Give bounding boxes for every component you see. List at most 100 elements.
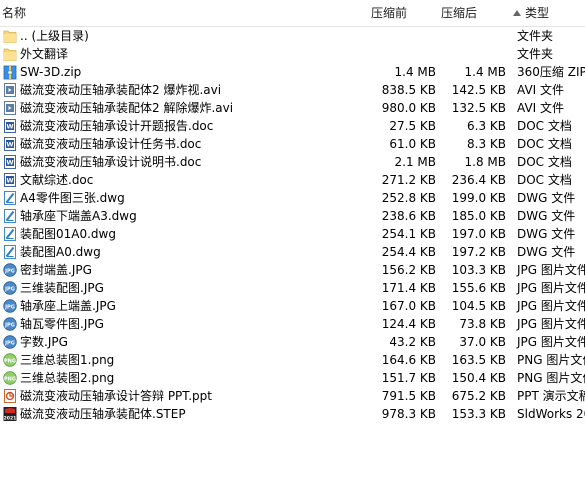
file-name: 磁流变液动压轴承装配体2 爆炸视.avi <box>20 83 222 97</box>
file-name: 三维总装图2.png <box>20 371 115 385</box>
file-name: 磁流变液动压轴承装配体.STEP <box>20 407 186 421</box>
jpg-badge: JPG <box>4 268 15 274</box>
file-row[interactable]: JPG 轴瓦零件图.JPG 124.4 KB 73.8 KB JPG 图片文件 <box>0 315 585 333</box>
original-size: 675.2 KB <box>451 389 506 403</box>
png-badge: PNG <box>4 358 16 364</box>
original-size: 163.5 KB <box>451 353 506 367</box>
file-row[interactable]: W 文献综述.doc 271.2 KB 236.4 KB DOC 文档 <box>0 171 585 189</box>
jpg-icon: JPG <box>3 280 17 296</box>
file-type: JPG 图片文件 <box>517 317 585 331</box>
jpg-icon: JPG <box>3 298 17 314</box>
file-name: 密封端盖.JPG <box>20 263 92 277</box>
file-type: AVI 文件 <box>517 83 565 97</box>
step-icon: 2021 <box>3 406 17 422</box>
column-compressed[interactable]: 压缩前 <box>371 0 407 26</box>
file-list: 名称 压缩前 压缩后 类型 .. (上级目录) 文件夹 外文翻译 文件夹 SW-3D.z… <box>0 0 585 499</box>
original-size: 197.0 KB <box>451 227 506 241</box>
zip-icon <box>3 64 17 80</box>
file-row[interactable]: 2021 磁流变液动压轴承装配体.STEP 978.3 KB 153.3 KB SldW… <box>0 405 585 423</box>
file-type: JPG 图片文件 <box>517 281 585 295</box>
original-size: 236.4 KB <box>451 173 506 187</box>
file-type: 360压缩 ZIP <box>517 65 585 79</box>
doc-icon: W <box>3 118 17 134</box>
file-type: JPG 图片文件 <box>517 263 585 277</box>
png-icon: PNG <box>3 370 17 386</box>
file-type: JPG 图片文件 <box>517 299 585 313</box>
dwg-icon <box>3 244 17 260</box>
jpg-icon: JPG <box>3 334 17 350</box>
doc-icon: W <box>3 172 17 188</box>
file-type: 文件夹 <box>517 29 554 43</box>
column-type-label: 类型 <box>525 6 550 20</box>
column-name[interactable]: 名称 <box>2 0 26 26</box>
doc-icon: W <box>3 136 17 152</box>
dwg-icon <box>3 190 17 206</box>
file-row[interactable]: SW-3D.zip 1.4 MB 1.4 MB 360压缩 ZIP <box>0 63 585 81</box>
file-row[interactable]: 磁流变液动压轴承装配体2 解除爆炸.avi 980.0 KB 132.5 KB AVI… <box>0 99 585 117</box>
file-type: PNG 图片文件 <box>517 371 585 385</box>
file-row[interactable]: JPG 三维装配图.JPG 171.4 KB 155.6 KB JPG 图片文件 <box>0 279 585 297</box>
video-icon <box>3 82 17 98</box>
file-row[interactable]: PNG三维总装图2.png151.7 KB150.4 KBPNG 图片文件 <box>0 369 585 387</box>
original-size: 8.3 KB <box>467 137 506 151</box>
file-name: .. (上级目录) <box>20 29 89 43</box>
file-name: 磁流变液动压轴承设计任务书.doc <box>20 137 202 151</box>
file-type: DWG 文件 <box>517 245 576 259</box>
file-row[interactable]: 装配图A0.dwg 254.4 KB 197.2 KB DWG 文件 <box>0 243 585 261</box>
file-type: PNG 图片文件 <box>517 353 585 367</box>
original-size: 73.8 KB <box>459 317 506 331</box>
jpg-badge: JPG <box>4 322 15 328</box>
svg-text:W: W <box>6 177 13 185</box>
file-name: 磁流变液动压轴承设计开题报告.doc <box>20 119 214 133</box>
original-size: 103.3 KB <box>451 263 506 277</box>
svg-text:W: W <box>6 159 13 167</box>
file-row[interactable]: 磁流变液动压轴承设计答辩 PPT.ppt 791.5 KB 675.2 KB PPT … <box>0 387 585 405</box>
file-name: 三维总装图1.png <box>20 353 115 367</box>
video-icon <box>3 100 17 116</box>
original-size: 199.0 KB <box>451 191 506 205</box>
original-size: 197.2 KB <box>451 245 506 259</box>
original-size: 153.3 KB <box>451 407 506 421</box>
file-row[interactable]: JPG 轴承座上端盖.JPG 167.0 KB 104.5 KB JPG 图片文件 <box>0 297 585 315</box>
file-row[interactable]: W 磁流变液动压轴承设计说明书.doc 2.1 MB 1.8 MB DOC 文档 <box>0 153 585 171</box>
file-type: DOC 文档 <box>517 137 572 151</box>
file-row[interactable]: W 磁流变液动压轴承设计任务书.doc 61.0 KB 8.3 KB DOC 文档 <box>0 135 585 153</box>
file-name: 磁流变液动压轴承设计说明书.doc <box>20 155 202 169</box>
original-size: 1.8 MB <box>464 155 506 169</box>
file-row[interactable]: JPG 密封端盖.JPG 156.2 KB 103.3 KB JPG 图片文件 <box>0 261 585 279</box>
column-type[interactable]: 类型 <box>513 0 549 26</box>
original-size: 132.5 KB <box>451 101 506 115</box>
file-row[interactable]: A4零件图三张.dwg 252.8 KB 199.0 KB DWG 文件 <box>0 189 585 207</box>
file-row[interactable]: W 磁流变液动压轴承设计开题报告.doc 27.5 KB 6.3 KB DOC 文档 <box>0 117 585 135</box>
original-size: 142.5 KB <box>451 83 506 97</box>
file-row[interactable]: 磁流变液动压轴承装配体2 爆炸视.avi 838.5 KB 142.5 KB AVI … <box>0 81 585 99</box>
file-row[interactable]: JPG 字数.JPG 43.2 KB 37.0 KB JPG 图片文件 <box>0 333 585 351</box>
original-size: 104.5 KB <box>451 299 506 313</box>
png-icon: PNG <box>3 352 17 368</box>
file-row[interactable]: 外文翻译 文件夹 <box>0 45 585 63</box>
file-type: DWG 文件 <box>517 209 576 223</box>
original-size: 1.4 MB <box>464 65 506 79</box>
file-name: 轴承座下端盖A3.dwg <box>20 209 137 223</box>
jpg-badge: JPG <box>4 286 15 292</box>
file-row[interactable]: 轴承座下端盖A3.dwg 238.6 KB 185.0 KB DWG 文件 <box>0 207 585 225</box>
svg-text:W: W <box>6 123 13 131</box>
file-row[interactable]: PNG三维总装图1.png164.6 KB163.5 KBPNG 图片文件 <box>0 351 585 369</box>
ppt-icon <box>3 388 17 404</box>
sort-ascending-icon <box>513 10 521 16</box>
file-type: SldWorks 2021 <box>517 407 585 421</box>
file-name: A4零件图三张.dwg <box>20 191 125 205</box>
original-size: 6.3 KB <box>467 119 506 133</box>
file-type: DWG 文件 <box>517 191 576 205</box>
file-type: DOC 文档 <box>517 155 572 169</box>
column-original[interactable]: 压缩后 <box>441 0 477 26</box>
file-row[interactable]: .. (上级目录) 文件夹 <box>0 27 585 45</box>
file-row[interactable]: 装配图01A0.dwg 254.1 KB 197.0 KB DWG 文件 <box>0 225 585 243</box>
svg-text:W: W <box>6 141 13 149</box>
dwg-icon <box>3 226 17 242</box>
original-size: 185.0 KB <box>451 209 506 223</box>
file-name: 外文翻译 <box>20 47 69 61</box>
file-type: 文件夹 <box>517 47 554 61</box>
file-name: SW-3D.zip <box>20 65 82 79</box>
file-type: PPT 演示文稿 <box>517 389 585 403</box>
